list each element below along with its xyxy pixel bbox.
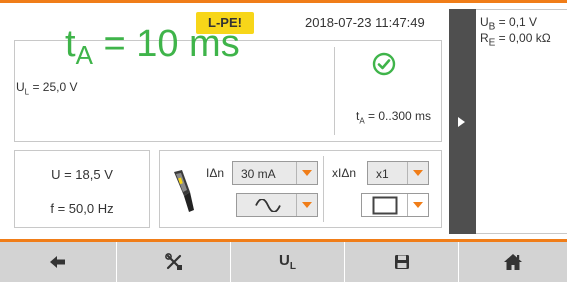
rcd-type-dropdown[interactable] <box>361 193 429 217</box>
rcd-probe-icon <box>174 170 194 212</box>
trip-time-limit: tA = 0..300 ms <box>356 109 432 126</box>
idn-label: IΔn <box>206 166 225 180</box>
save-button[interactable] <box>345 242 459 282</box>
home-button[interactable] <box>459 242 567 282</box>
back-arrow-icon <box>50 256 65 268</box>
bottom-toolbar: UL <box>0 239 567 282</box>
home-icon <box>504 254 522 270</box>
ul-value: UL = 25,0 V <box>16 80 78 97</box>
voltage-value: U = 18,5 V <box>51 167 113 182</box>
top-accent-bar <box>0 0 567 3</box>
ub-value: UB = 0,1 V <box>480 15 538 33</box>
idn-dropdown[interactable]: 30 mA <box>232 161 318 185</box>
multiplier-dropdown[interactable]: x1 <box>367 161 429 185</box>
waveform-dropdown[interactable] <box>236 193 318 217</box>
measurements-panel: U = 18,5 V f = 50,0 Hz <box>14 150 150 228</box>
chevron-down-icon <box>296 162 317 184</box>
trip-time-value: tA = 10 ms <box>65 23 240 70</box>
settings-button[interactable] <box>117 242 231 282</box>
datetime: 2018-07-23 11:47:49 <box>305 15 425 30</box>
frequency-value: f = 50,0 Hz <box>50 201 114 216</box>
divider <box>323 156 324 222</box>
tools-icon <box>164 253 182 270</box>
chevron-down-icon <box>407 162 428 184</box>
back-button[interactable] <box>0 242 117 282</box>
chevron-down-icon <box>407 194 428 216</box>
divider <box>334 47 335 135</box>
sine-wave-icon <box>255 199 281 212</box>
re-value: RE = 0,00 kΩ <box>480 31 551 49</box>
triangle-right-icon <box>458 117 465 127</box>
xidn-label: xIΔn <box>332 166 357 180</box>
check-circle-icon <box>372 52 396 76</box>
save-icon <box>394 255 409 269</box>
ul-button[interactable]: UL <box>231 242 345 282</box>
ul-label: UL <box>279 252 296 272</box>
chevron-down-icon <box>296 194 317 216</box>
square-icon <box>372 196 398 215</box>
